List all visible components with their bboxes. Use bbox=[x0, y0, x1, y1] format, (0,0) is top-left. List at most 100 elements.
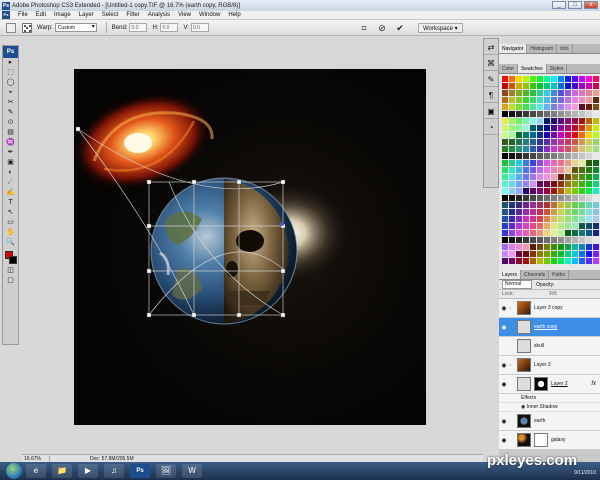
tab-layers[interactable]: Layers bbox=[499, 270, 522, 279]
layer-row[interactable]: ◉ Layer 2 fx bbox=[499, 375, 600, 394]
color-swatch[interactable] bbox=[523, 160, 529, 166]
color-swatch[interactable] bbox=[551, 216, 557, 222]
color-swatch[interactable] bbox=[516, 223, 522, 229]
color-swatch[interactable] bbox=[579, 237, 585, 243]
visibility-eye-icon[interactable]: ◉ bbox=[499, 324, 509, 331]
color-swatch[interactable] bbox=[502, 188, 508, 194]
color-swatch[interactable] bbox=[523, 258, 529, 264]
layer-row[interactable]: ◉ ↓ Layer 3 copy bbox=[499, 299, 600, 318]
color-swatch[interactable] bbox=[516, 230, 522, 236]
color-swatch[interactable] bbox=[586, 118, 592, 124]
color-swatch[interactable] bbox=[544, 153, 550, 159]
color-swatch[interactable] bbox=[586, 209, 592, 215]
color-swatch[interactable] bbox=[558, 76, 564, 82]
color-swatch[interactable] bbox=[516, 146, 522, 152]
color-swatch[interactable] bbox=[558, 111, 564, 117]
color-swatch[interactable] bbox=[530, 167, 536, 173]
color-swatch[interactable] bbox=[516, 174, 522, 180]
color-swatch[interactable] bbox=[502, 167, 508, 173]
color-swatch[interactable] bbox=[537, 125, 543, 131]
color-swatch[interactable] bbox=[516, 132, 522, 138]
color-swatch[interactable] bbox=[509, 244, 515, 250]
color-swatch[interactable] bbox=[530, 202, 536, 208]
color-swatch[interactable] bbox=[579, 125, 585, 131]
color-swatch[interactable] bbox=[537, 216, 543, 222]
color-swatch[interactable] bbox=[572, 118, 578, 124]
color-swatch[interactable] bbox=[558, 146, 564, 152]
menu-help[interactable]: Help bbox=[224, 12, 244, 18]
color-swatch[interactable] bbox=[558, 209, 564, 215]
brushes-panel-icon[interactable]: ✎ bbox=[484, 73, 498, 87]
color-swatch[interactable] bbox=[579, 139, 585, 145]
color-swatch[interactable] bbox=[565, 153, 571, 159]
color-swatch[interactable] bbox=[537, 202, 543, 208]
color-swatch[interactable] bbox=[586, 181, 592, 187]
color-swatch[interactable] bbox=[572, 181, 578, 187]
color-swatch[interactable] bbox=[579, 216, 585, 222]
color-swatch[interactable] bbox=[544, 230, 550, 236]
color-swatch[interactable] bbox=[523, 118, 529, 124]
zoom-level[interactable]: 16.67% bbox=[22, 455, 50, 462]
effects-label-row[interactable]: Effects bbox=[499, 394, 600, 403]
maximize-button[interactable]: □ bbox=[568, 1, 582, 9]
color-swatch[interactable] bbox=[509, 90, 515, 96]
color-swatch[interactable] bbox=[523, 167, 529, 173]
color-swatch[interactable] bbox=[502, 237, 508, 243]
color-swatch[interactable] bbox=[565, 258, 571, 264]
color-swatch[interactable] bbox=[509, 209, 515, 215]
color-swatch[interactable] bbox=[586, 97, 592, 103]
color-swatch[interactable] bbox=[579, 118, 585, 124]
color-swatch[interactable] bbox=[523, 174, 529, 180]
color-swatch[interactable] bbox=[530, 111, 536, 117]
color-swatch[interactable] bbox=[558, 181, 564, 187]
color-swatch[interactable] bbox=[544, 202, 550, 208]
color-swatch[interactable] bbox=[516, 258, 522, 264]
crop-tool-icon[interactable]: ✂ bbox=[3, 98, 18, 108]
color-swatch[interactable] bbox=[586, 251, 592, 257]
color-swatch[interactable] bbox=[558, 83, 564, 89]
color-swatch[interactable] bbox=[551, 188, 557, 194]
color-swatch[interactable] bbox=[523, 195, 529, 201]
color-swatch[interactable] bbox=[558, 153, 564, 159]
color-swatch[interactable] bbox=[558, 216, 564, 222]
color-swatch[interactable] bbox=[537, 181, 543, 187]
color-swatch[interactable] bbox=[565, 104, 571, 110]
tab-histogram[interactable]: Histogram bbox=[527, 44, 558, 53]
menu-layer[interactable]: Layer bbox=[75, 12, 98, 18]
color-swatch[interactable] bbox=[537, 251, 543, 257]
color-swatch[interactable] bbox=[565, 237, 571, 243]
color-swatch[interactable] bbox=[565, 118, 571, 124]
color-swatch[interactable] bbox=[565, 181, 571, 187]
color-swatch[interactable] bbox=[579, 251, 585, 257]
color-swatch[interactable] bbox=[523, 237, 529, 243]
color-swatch[interactable] bbox=[572, 223, 578, 229]
color-swatch[interactable] bbox=[551, 202, 557, 208]
color-swatch[interactable] bbox=[502, 258, 508, 264]
color-swatch[interactable] bbox=[544, 125, 550, 131]
color-swatch[interactable] bbox=[586, 195, 592, 201]
color-swatch[interactable] bbox=[593, 230, 599, 236]
color-swatch[interactable] bbox=[593, 237, 599, 243]
menu-window[interactable]: Window bbox=[195, 12, 224, 18]
color-swatch[interactable] bbox=[523, 181, 529, 187]
color-swatch[interactable] bbox=[551, 125, 557, 131]
color-swatch[interactable] bbox=[593, 125, 599, 131]
color-swatch[interactable] bbox=[537, 139, 543, 145]
color-swatch[interactable] bbox=[579, 153, 585, 159]
color-swatch[interactable] bbox=[565, 97, 571, 103]
color-swatch[interactable] bbox=[509, 230, 515, 236]
color-swatch[interactable] bbox=[502, 244, 508, 250]
color-swatch[interactable] bbox=[502, 132, 508, 138]
color-swatch[interactable] bbox=[544, 181, 550, 187]
color-swatch[interactable] bbox=[579, 174, 585, 180]
color-swatch[interactable] bbox=[523, 223, 529, 229]
visibility-eye-icon[interactable]: ◉ bbox=[499, 381, 509, 388]
color-swatch[interactable] bbox=[551, 237, 557, 243]
bend-field[interactable]: 0.0 bbox=[129, 23, 148, 32]
shape-tool-icon[interactable]: ▭ bbox=[3, 218, 18, 228]
color-swatch[interactable] bbox=[509, 195, 515, 201]
color-swatch[interactable] bbox=[502, 76, 508, 82]
color-swatch[interactable] bbox=[509, 153, 515, 159]
color-swatch[interactable] bbox=[523, 104, 529, 110]
color-swatch[interactable] bbox=[586, 132, 592, 138]
